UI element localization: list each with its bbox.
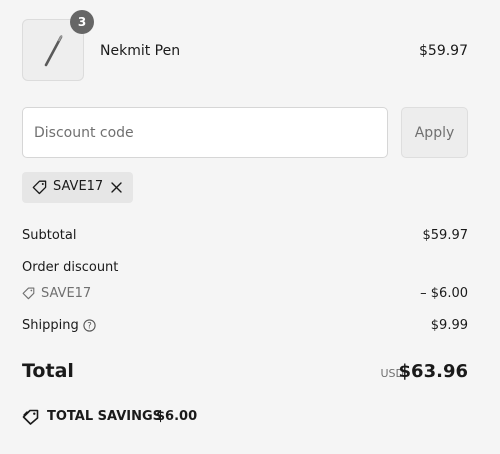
shipping-label: Shipping — [22, 318, 79, 333]
savings-tag-icon — [22, 409, 39, 425]
product-price: $59.97 — [419, 43, 468, 59]
discount-code-label: SAVE17 — [41, 286, 92, 301]
total-savings-label: TOTAL SAVINGS — [47, 409, 163, 424]
tag-icon — [32, 180, 47, 195]
close-icon[interactable] — [110, 181, 123, 194]
discount-code-input[interactable] — [22, 107, 388, 158]
total-amount: $63.96 — [398, 361, 468, 382]
tag-icon — [22, 287, 35, 300]
total-savings-amount: $6.00 — [156, 409, 198, 424]
line-item: 3 Nekmit Pen $59.97 — [22, 10, 468, 84]
order-discount-label: Order discount — [22, 260, 119, 275]
applied-code-label: SAVE17 — [53, 179, 104, 194]
svg-text:?: ? — [87, 322, 92, 332]
shipping-value: $9.99 — [430, 318, 468, 333]
subtotal-label: Subtotal — [22, 228, 77, 243]
product-name: Nekmit Pen — [100, 43, 181, 59]
subtotal-value: $59.97 — [422, 228, 469, 243]
applied-code-chip: SAVE17 — [22, 172, 133, 203]
discount-value: – $6.00 — [420, 286, 468, 301]
apply-button[interactable]: Apply — [401, 107, 468, 158]
quantity-badge: 3 — [70, 10, 94, 34]
info-icon[interactable]: ? — [83, 319, 96, 332]
total-label: Total — [22, 360, 74, 382]
